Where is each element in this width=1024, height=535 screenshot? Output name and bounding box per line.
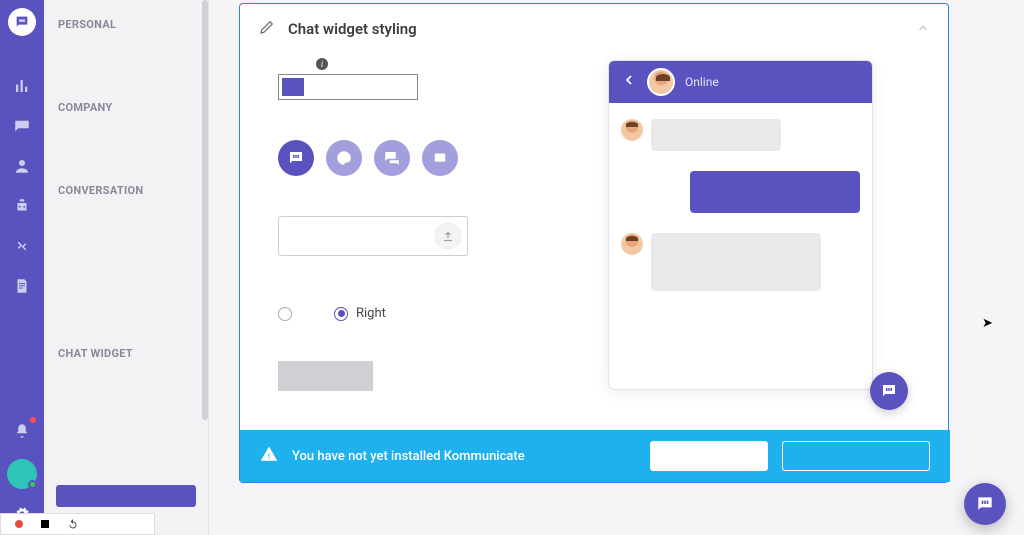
msg-avatar: [621, 119, 643, 141]
sidebar-group-chatwidget[interactable]: CHAT WIDGET: [58, 347, 194, 360]
launcher-icon-option-2[interactable]: [326, 140, 362, 176]
upload-icon[interactable]: [434, 222, 462, 250]
msg-bubble: [651, 119, 781, 151]
analytics-icon[interactable]: [10, 74, 34, 98]
notifications-icon[interactable]: [10, 419, 34, 443]
styling-card: Chat widget styling i: [239, 3, 949, 483]
recording-toolbar: [0, 513, 155, 535]
settings-sidebar: PERSONAL COMPANY CONVERSATION CHAT WIDGE…: [44, 0, 209, 535]
record-icon[interactable]: [15, 520, 23, 528]
warning-icon: [260, 445, 278, 467]
nav-rail: [0, 0, 44, 535]
messages-icon[interactable]: [10, 114, 34, 138]
mouse-cursor: ➤: [982, 316, 993, 331]
msg-avatar: [621, 233, 643, 255]
undo-icon[interactable]: [67, 515, 79, 534]
msg-bubble: [651, 233, 821, 291]
banner-primary-button[interactable]: [650, 441, 768, 471]
sidebar-active-item[interactable]: [56, 485, 196, 507]
position-radio-right[interactable]: Right: [334, 306, 386, 321]
launcher-icon-option-1[interactable]: [278, 140, 314, 176]
sidebar-group-personal[interactable]: PERSONAL: [58, 18, 194, 31]
sidebar-scrollbar[interactable]: [202, 0, 208, 535]
preview-msg-3: [621, 233, 860, 291]
info-icon[interactable]: i: [316, 58, 328, 70]
banner-secondary-button[interactable]: [782, 441, 930, 471]
sidebar-group-company[interactable]: COMPANY: [58, 101, 194, 114]
placeholder-block: [278, 361, 373, 391]
users-icon[interactable]: [10, 154, 34, 178]
banner-text: You have not yet installed Kommunicate: [292, 449, 525, 464]
docs-icon[interactable]: [10, 274, 34, 298]
main-content: Chat widget styling i: [209, 0, 1024, 535]
launcher-icon-option-3[interactable]: [374, 140, 410, 176]
preview-msg-1: [621, 119, 860, 151]
primary-color-input[interactable]: [278, 74, 418, 100]
install-banner: You have not yet installed Kommunicate: [240, 430, 950, 482]
preview-header: Online: [609, 61, 872, 103]
sidebar-group-conversation[interactable]: CONVERSATION: [58, 184, 194, 197]
integrations-icon[interactable]: [10, 234, 34, 258]
pencil-icon: [258, 18, 276, 40]
user-avatar[interactable]: [7, 459, 37, 489]
launcher-icon-options: [278, 140, 578, 176]
agent-status: Online: [685, 75, 719, 89]
color-swatch: [282, 78, 304, 96]
preview-launcher-button[interactable]: [870, 372, 908, 410]
launcher-icon-option-4[interactable]: [422, 140, 458, 176]
upload-icon-input[interactable]: [278, 216, 468, 256]
global-chat-launcher[interactable]: [964, 483, 1006, 525]
radio-label-right: Right: [356, 306, 386, 321]
stop-icon[interactable]: [41, 520, 49, 528]
msg-bubble-self: [690, 171, 860, 213]
app-logo[interactable]: [8, 8, 36, 36]
preview-msg-2: [621, 171, 860, 213]
position-radio-group: Right: [278, 306, 578, 321]
chevron-up-icon[interactable]: [916, 20, 930, 39]
card-title: Chat widget styling: [288, 20, 417, 38]
agent-avatar: [647, 68, 675, 96]
chat-widget-preview: Online: [608, 60, 873, 390]
back-icon[interactable]: [621, 72, 637, 92]
bot-icon[interactable]: [10, 194, 34, 218]
position-radio-left[interactable]: [278, 307, 292, 321]
